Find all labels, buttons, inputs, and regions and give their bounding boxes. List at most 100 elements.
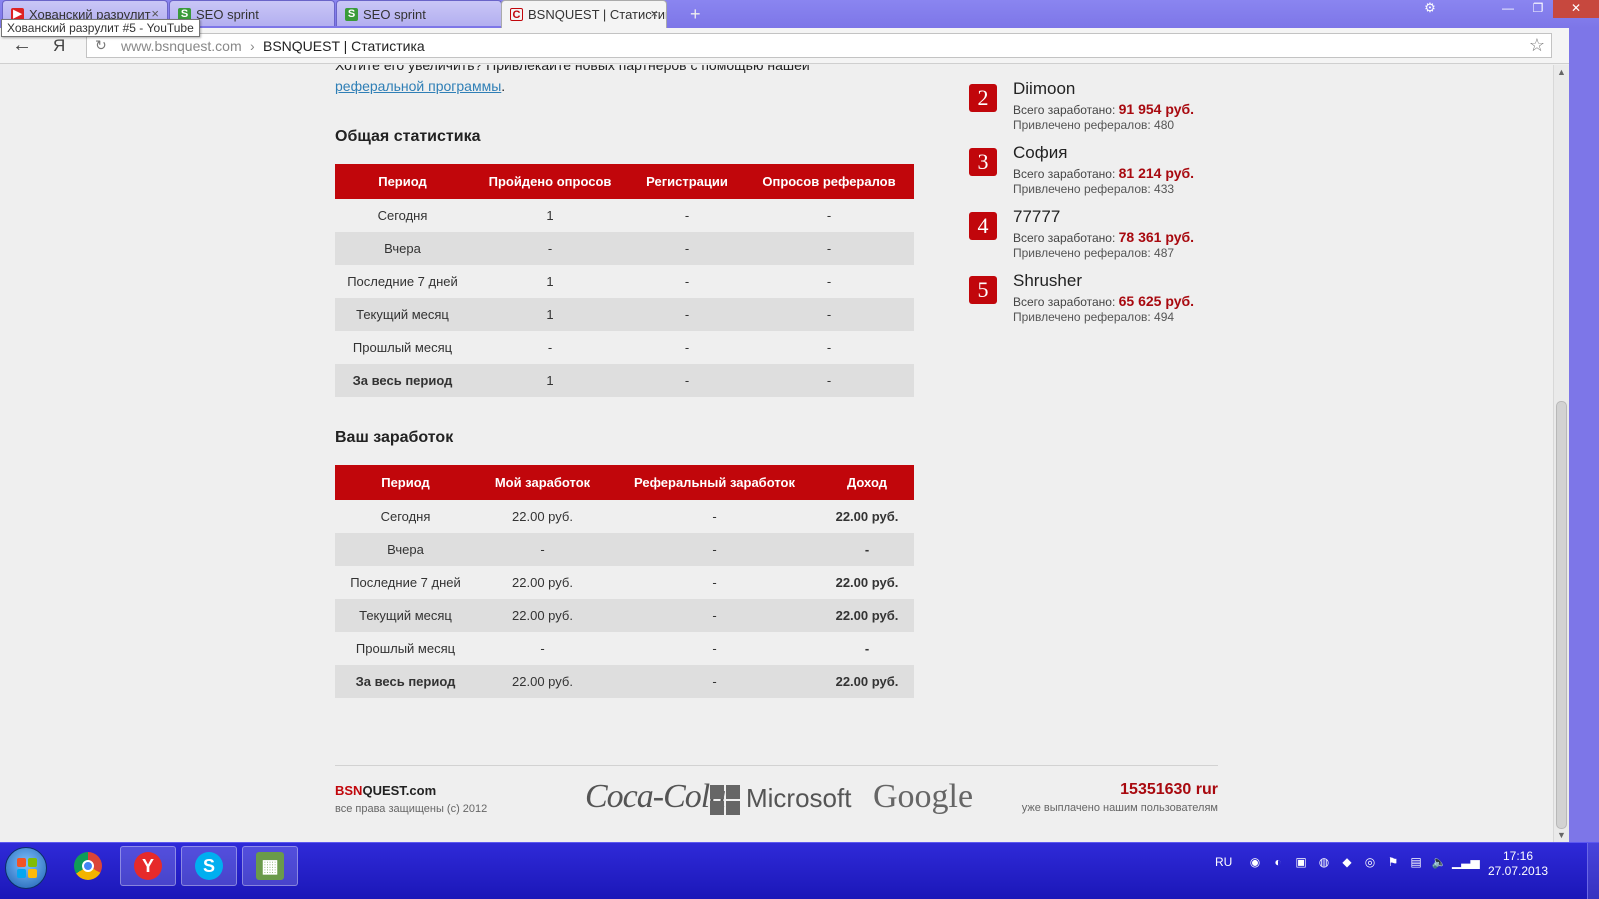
coca-cola-logo: Coca-Cola <box>585 778 726 815</box>
tray-app-icon[interactable]: ▤ <box>1406 855 1426 871</box>
reload-icon[interactable]: ↻ <box>95 37 107 54</box>
page-viewport: Хотите его увеличить? Привлекайте новых … <box>0 65 1553 842</box>
column-header: Доход <box>820 465 914 500</box>
taskbar-yandex-browser[interactable]: Y <box>120 846 176 886</box>
bookmark-star-icon[interactable]: ☆ <box>1529 35 1545 56</box>
table-cell: - <box>609 665 820 698</box>
period-cell: За весь период <box>335 665 476 698</box>
taskbar-skype[interactable]: S <box>181 846 237 886</box>
scroll-down-icon[interactable]: ▼ <box>1557 830 1566 840</box>
system-clock[interactable]: 17:16 27.07.2013 <box>1483 849 1553 879</box>
flag-icon[interactable]: ⚑ <box>1383 855 1403 871</box>
tray-app-icon[interactable]: ◍ <box>1314 855 1334 871</box>
earned-value: 65 625 руб. <box>1118 293 1195 309</box>
minimize-icon[interactable]: — <box>1493 0 1523 18</box>
earnings-table: Период Мой заработок Реферальный заработ… <box>335 465 914 698</box>
leader-name[interactable]: Shrusher <box>1013 271 1082 291</box>
column-header: Регистрации <box>630 164 744 199</box>
period-cell: Текущий месяц <box>335 599 476 632</box>
income-cell: 22.00 руб. <box>820 665 914 698</box>
start-button[interactable] <box>5 847 47 889</box>
brand-red-part: BSN <box>335 783 363 798</box>
address-bar[interactable]: ↻ www.bsnquest.com › BSNQUEST | Статисти… <box>86 33 1552 58</box>
network-icon[interactable]: ▁▃▅ <box>1452 855 1480 871</box>
period-cell: За весь период <box>335 364 470 397</box>
tab-bsnquest[interactable]: C BSNQUEST | Статистик × <box>501 0 667 28</box>
footer-logo[interactable]: BSNQUEST.com <box>335 783 436 798</box>
income-cell: 22.00 руб. <box>835 575 899 590</box>
income-cell: 22.00 руб. <box>820 599 914 632</box>
table-cell: - <box>744 298 914 331</box>
tray-app-icon[interactable]: ◉ <box>1245 855 1265 871</box>
earned-label: Всего заработано: <box>1013 295 1116 309</box>
tray-app-icon[interactable]: ◆ <box>1337 855 1357 871</box>
rank-badge: 2 <box>969 84 997 112</box>
scroll-thumb[interactable] <box>1556 401 1567 829</box>
table-cell: - <box>609 533 820 566</box>
leader-earned: Всего заработано: 91 954 руб. <box>1013 101 1194 117</box>
volume-icon[interactable]: 🔈 <box>1429 855 1449 871</box>
referral-program-link[interactable]: реферальной программы <box>335 78 501 94</box>
column-header: Реферальный заработок <box>609 465 820 500</box>
tray-app-icon[interactable]: ◎ <box>1360 855 1380 871</box>
table-cell: - <box>547 340 553 355</box>
leader-name[interactable]: 77777 <box>1013 207 1060 227</box>
show-desktop-button[interactable] <box>1587 843 1599 899</box>
table-row: Текущий месяц 1 - - <box>335 298 914 331</box>
table-cell: - <box>826 208 832 223</box>
microsoft-logo-text: Microsoft <box>746 783 852 813</box>
column-header: Пройдено опросов <box>470 164 630 199</box>
rank-badge: 3 <box>969 148 997 176</box>
leader-earned: Всего заработано: 81 214 руб. <box>1013 165 1194 181</box>
url-separator: › <box>250 38 255 54</box>
referrals-value: 480 <box>1154 118 1175 132</box>
close-icon[interactable]: × <box>650 6 658 21</box>
language-indicator[interactable]: RU <box>1215 855 1232 869</box>
minecraft-icon: ▦ <box>256 852 284 880</box>
tab-strip: ▶ Хованский разрулит × S SEO sprint S SE… <box>0 0 1599 28</box>
leader-item: 3 София Всего заработано: 81 214 руб. Пр… <box>969 143 1229 196</box>
tab-title: BSNQUEST | Статистик <box>528 7 667 22</box>
period-cell: Вчера <box>335 533 476 566</box>
tray-app-icon[interactable]: ◐ <box>1268 855 1288 871</box>
url-host: www.bsnquest.com <box>121 38 242 54</box>
total-paid-label: уже выплачено нашим пользователям <box>1021 802 1218 814</box>
total-paid-value: 15351630 rur <box>1120 781 1218 798</box>
period-cell: Сегодня <box>377 208 428 223</box>
period-cell: Последние 7 дней <box>347 274 458 289</box>
period-cell: Прошлый месяц <box>355 641 456 656</box>
tray-app-icon[interactable]: ▣ <box>1291 855 1311 871</box>
vertical-scrollbar[interactable]: ▲ ▼ <box>1553 65 1569 842</box>
table-row: Сегодня 22.00 руб. - 22.00 руб. <box>335 500 914 533</box>
table-cell: - <box>684 274 690 289</box>
table-row: Вчера - - - <box>335 232 914 265</box>
income-cell: 22.00 руб. <box>835 509 899 524</box>
maximize-icon[interactable]: ❐ <box>1523 0 1553 18</box>
period-cell: Текущий месяц <box>335 298 470 331</box>
new-tab-button[interactable]: + <box>690 4 701 25</box>
yandex-button[interactable]: Я <box>53 36 65 56</box>
windows-logo-icon <box>17 858 37 878</box>
table-row-total: За весь период 1 - - <box>335 364 914 397</box>
windows-taskbar: Y S ▦ RU ◉ ◐ ▣ ◍ ◆ ◎ ⚑ ▤ 🔈 ▁▃▅ 17:16 27.… <box>0 842 1599 899</box>
earned-value: 81 214 руб. <box>1118 165 1195 181</box>
taskbar-minecraft[interactable]: ▦ <box>242 846 298 886</box>
table-cell: - <box>684 340 690 355</box>
skype-icon: S <box>195 852 223 880</box>
gear-icon[interactable]: ⚙ <box>1415 0 1445 18</box>
footer-copyright: все права защищены (с) 2012 <box>335 803 488 815</box>
referrals-label: Привлечено рефералов: <box>1013 118 1151 132</box>
earned-label: Всего заработано: <box>1013 103 1116 117</box>
leader-name[interactable]: Diimoon <box>1013 79 1075 99</box>
tab-seo-sprint-2[interactable]: S SEO sprint <box>336 0 502 26</box>
close-window-icon[interactable]: ✕ <box>1553 0 1599 18</box>
taskbar-chrome[interactable] <box>60 846 116 886</box>
tab-tooltip: Хованский разрулит #5 - YouTube <box>1 19 200 37</box>
chrome-icon <box>74 852 102 880</box>
referrals-label: Привлечено рефералов: <box>1013 246 1151 260</box>
leader-name[interactable]: София <box>1013 143 1067 163</box>
scroll-up-icon[interactable]: ▲ <box>1557 67 1566 77</box>
table-row: Последние 7 дней 22.00 руб. - 22.00 руб. <box>335 566 914 599</box>
back-arrow-icon[interactable]: ← <box>12 34 32 57</box>
referrals-value: 487 <box>1154 246 1175 260</box>
